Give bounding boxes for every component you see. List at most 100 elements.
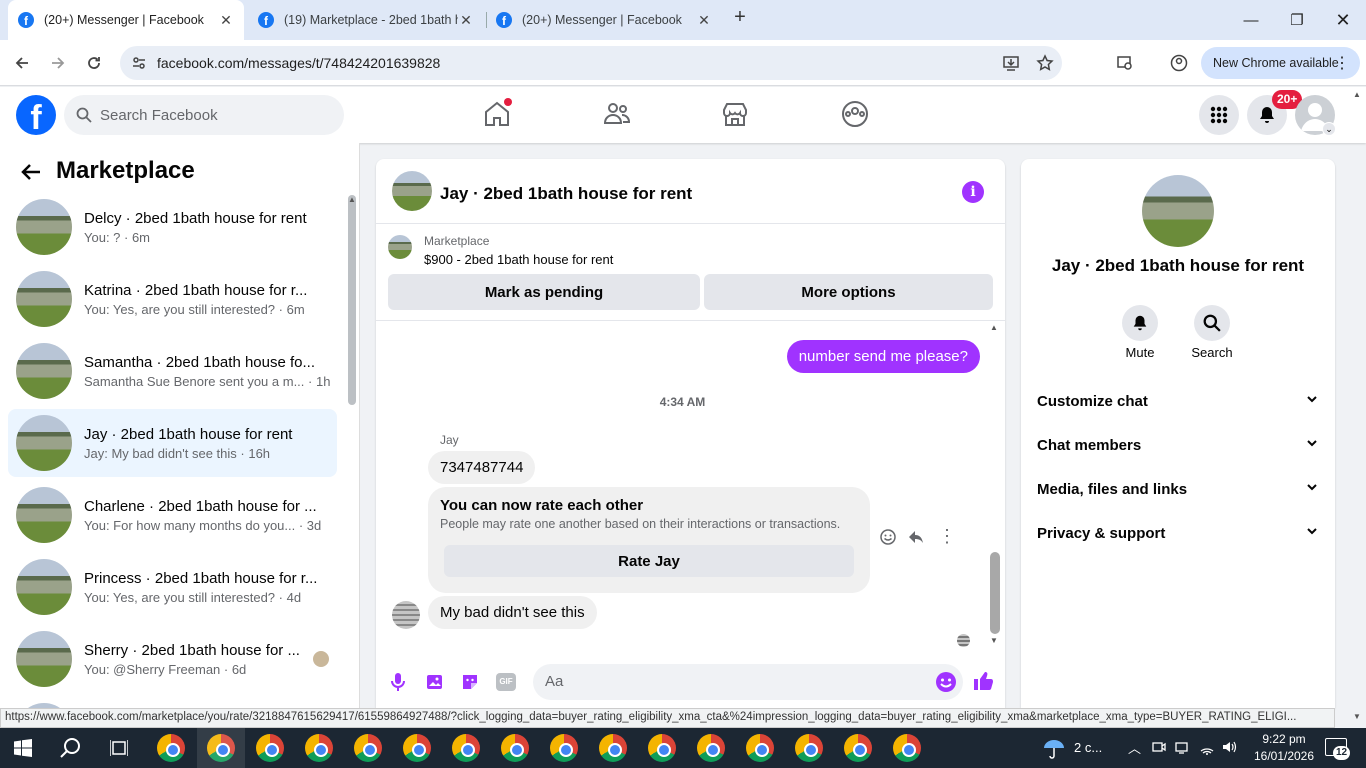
reload-icon[interactable] bbox=[79, 48, 109, 78]
friends-icon[interactable] bbox=[602, 99, 632, 129]
forward-icon[interactable] bbox=[43, 48, 73, 78]
task-view-icon[interactable] bbox=[109, 739, 129, 762]
groups-icon[interactable] bbox=[840, 99, 870, 129]
chrome-taskbar-icon[interactable] bbox=[844, 734, 872, 762]
chrome-menu-icon[interactable]: ⋮ bbox=[1334, 53, 1350, 73]
conversation-item-partial[interactable] bbox=[8, 697, 337, 708]
chrome-taskbar-icon[interactable] bbox=[197, 728, 245, 768]
bookmark-star-icon[interactable] bbox=[1036, 54, 1054, 75]
incoming-message-bubble[interactable]: My bad didn't see this bbox=[428, 596, 597, 629]
conversation-info-icon[interactable]: i bbox=[962, 181, 984, 203]
marketplace-icon[interactable] bbox=[720, 99, 750, 129]
media-files-links-section[interactable]: Media, files and links bbox=[1037, 467, 1319, 511]
close-window-button[interactable]: ✕ bbox=[1320, 0, 1366, 40]
conversation-item-samantha[interactable]: Samantha · 2bed 1bath house fo... Samanth… bbox=[8, 337, 337, 405]
search-in-conversation-button[interactable] bbox=[1194, 305, 1230, 341]
conversation-item-princess[interactable]: Princess · 2bed 1bath house for r... You:… bbox=[8, 553, 337, 621]
show-hidden-icons-chevron-icon[interactable]: ︿ bbox=[1128, 738, 1141, 757]
privacy-support-section[interactable]: Privacy & support bbox=[1037, 511, 1319, 555]
taskbar-search-icon[interactable] bbox=[60, 737, 82, 764]
customize-chat-section[interactable]: Customize chat bbox=[1037, 379, 1319, 423]
reply-icon[interactable] bbox=[907, 528, 925, 551]
browser-tab-marketplace[interactable]: f (19) Marketplace - 2bed 1bath h ✕ bbox=[248, 0, 484, 40]
conversation-item-delcy[interactable]: Delcy · 2bed 1bath house for rent You: ? … bbox=[8, 193, 337, 261]
sender-avatar[interactable] bbox=[392, 601, 420, 629]
close-tab-icon[interactable]: ✕ bbox=[696, 12, 712, 29]
page-scroll-up-icon[interactable]: ▲ bbox=[1353, 90, 1361, 99]
gif-button[interactable]: GIF bbox=[496, 673, 516, 691]
facebook-logo[interactable]: f bbox=[16, 95, 56, 135]
chrome-taskbar-icon[interactable] bbox=[157, 734, 185, 762]
incoming-message-bubble[interactable]: 7347487744 bbox=[428, 451, 536, 484]
menu-button[interactable] bbox=[1199, 95, 1239, 135]
conversation-item-sherry[interactable]: Sherry · 2bed 1bath house for ... You: @S… bbox=[8, 625, 337, 693]
rate-jay-button[interactable]: Rate Jay bbox=[444, 545, 854, 577]
conversation-item-katrina[interactable]: Katrina · 2bed 1bath house for r... You: … bbox=[8, 265, 337, 333]
more-actions-icon[interactable]: ⋮ bbox=[938, 526, 956, 547]
microphone-icon[interactable] bbox=[390, 672, 406, 697]
mark-as-pending-button[interactable]: Mark as pending bbox=[388, 274, 700, 310]
close-tab-icon[interactable]: ✕ bbox=[218, 12, 234, 29]
weather-text[interactable]: 2 c... bbox=[1074, 740, 1102, 755]
more-options-button[interactable]: More options bbox=[704, 274, 993, 310]
meet-now-icon[interactable] bbox=[1152, 740, 1166, 759]
scroll-down-arrow-icon[interactable]: ▼ bbox=[990, 636, 998, 645]
install-app-icon[interactable] bbox=[1002, 54, 1020, 75]
scroll-up-arrow-icon[interactable]: ▲ bbox=[990, 323, 998, 332]
details-avatar[interactable] bbox=[1142, 175, 1214, 247]
address-bar[interactable]: facebook.com/messages/t/748424201639828 bbox=[120, 46, 1062, 80]
chrome-taskbar-icon[interactable] bbox=[746, 734, 774, 762]
listing-title[interactable]: $900 - 2bed 1bath house for rent bbox=[424, 252, 613, 267]
chrome-taskbar-icon[interactable] bbox=[893, 734, 921, 762]
outgoing-message-bubble[interactable]: number send me please? bbox=[786, 340, 980, 373]
tab-search-icon[interactable] bbox=[1110, 48, 1140, 78]
sticker-icon[interactable] bbox=[460, 672, 480, 697]
chrome-taskbar-icon[interactable] bbox=[354, 734, 382, 762]
chrome-taskbar-icon[interactable] bbox=[305, 734, 333, 762]
send-like-icon[interactable] bbox=[972, 670, 994, 697]
facebook-search-field[interactable]: Search Facebook bbox=[64, 95, 344, 135]
conversation-item-jay[interactable]: Jay · 2bed 1bath house for rent Jay: My b… bbox=[8, 409, 337, 477]
conversation-item-charlene[interactable]: Charlene · 2bed 1bath house for ... You: … bbox=[8, 481, 337, 549]
close-tab-icon[interactable]: ✕ bbox=[458, 12, 474, 29]
clock-date[interactable]: 16/01/2026 bbox=[1249, 749, 1319, 763]
mute-button[interactable] bbox=[1122, 305, 1158, 341]
clock-time[interactable]: 9:22 pm bbox=[1249, 732, 1319, 746]
chrome-taskbar-icon[interactable] bbox=[648, 734, 676, 762]
network-icon[interactable] bbox=[1175, 740, 1189, 759]
chrome-taskbar-icon[interactable] bbox=[599, 734, 627, 762]
new-chrome-available-button[interactable]: New Chrome available ⋮ bbox=[1201, 47, 1360, 79]
chrome-taskbar-icon[interactable] bbox=[403, 734, 431, 762]
minimize-button[interactable]: — bbox=[1228, 0, 1274, 40]
profile-icon[interactable] bbox=[1164, 48, 1194, 78]
home-icon[interactable] bbox=[482, 98, 512, 129]
back-icon[interactable] bbox=[7, 48, 37, 78]
chat-avatar[interactable] bbox=[392, 171, 432, 211]
chrome-taskbar-icon[interactable] bbox=[550, 734, 578, 762]
chrome-taskbar-icon[interactable] bbox=[452, 734, 480, 762]
back-arrow-icon[interactable] bbox=[20, 161, 42, 188]
account-chevron-icon[interactable]: ⌄ bbox=[1322, 122, 1336, 136]
browser-tab-messenger-1[interactable]: f (20+) Messenger | Facebook ✕ bbox=[8, 0, 244, 40]
weather-umbrella-icon[interactable] bbox=[1043, 738, 1065, 765]
restore-button[interactable]: ❐ bbox=[1274, 0, 1320, 40]
windows-start-icon[interactable] bbox=[14, 739, 32, 762]
chrome-taskbar-icon[interactable] bbox=[501, 734, 529, 762]
volume-icon[interactable] bbox=[1221, 739, 1237, 760]
chat-members-section[interactable]: Chat members bbox=[1037, 423, 1319, 467]
chrome-taskbar-icon[interactable] bbox=[697, 734, 725, 762]
chrome-taskbar-icon[interactable] bbox=[256, 734, 284, 762]
chat-scrollbar[interactable] bbox=[990, 552, 1000, 634]
wifi-icon[interactable] bbox=[1199, 739, 1215, 760]
new-tab-button[interactable]: + bbox=[728, 6, 752, 34]
page-scroll-down-icon[interactable]: ▼ bbox=[1353, 712, 1361, 721]
emoji-picker-icon[interactable] bbox=[935, 671, 957, 698]
attach-photo-icon[interactable] bbox=[425, 672, 445, 697]
chrome-taskbar-icon[interactable] bbox=[795, 734, 823, 762]
message-input[interactable]: Aa bbox=[533, 664, 963, 700]
sidebar-scrollbar[interactable] bbox=[348, 195, 356, 405]
react-emoji-icon[interactable] bbox=[879, 528, 897, 551]
scroll-up-arrow-icon[interactable]: ▲ bbox=[348, 195, 356, 204]
browser-tab-messenger-2[interactable]: f (20+) Messenger | Facebook ✕ bbox=[486, 0, 722, 40]
chat-title[interactable]: Jay · 2bed 1bath house for rent bbox=[440, 184, 692, 204]
